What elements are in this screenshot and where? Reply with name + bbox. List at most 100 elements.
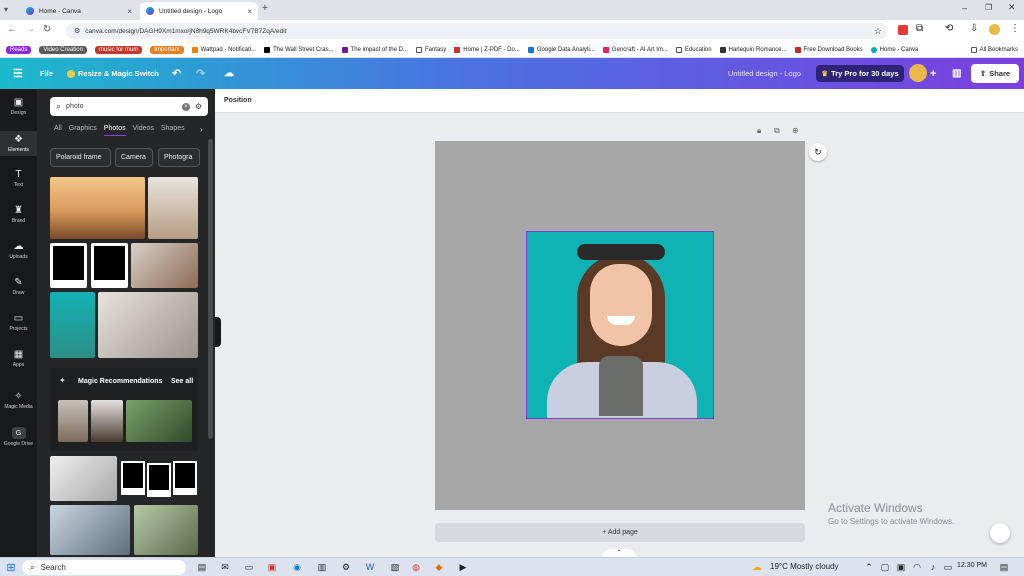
bookmark-item[interactable]: Gencraft - AI Art Im... (602, 46, 668, 53)
design-title[interactable]: Untitled design - Logo (728, 58, 801, 89)
filter-pill-photography[interactable]: Photogra (158, 148, 200, 167)
bookmark-item[interactable]: Home - Canva (870, 46, 918, 53)
photo-thumbnail-desk[interactable] (50, 456, 117, 501)
reload-icon[interactable]: ↻ (43, 24, 51, 35)
photo-thumbnail-man[interactable] (131, 243, 198, 288)
rail-item-text[interactable]: T Text (0, 169, 37, 188)
store-icon[interactable]: ▥ (315, 560, 329, 574)
weather-text[interactable]: 19°C Mostly cloudy (770, 562, 839, 571)
extension-icon[interactable] (898, 25, 908, 35)
rail-item-uploads[interactable]: ☁ Uploads (0, 241, 37, 260)
taskbar-search[interactable]: ⌕ Search (22, 560, 186, 575)
bookmark-folder[interactable]: Reads (6, 45, 32, 54)
maximize-icon[interactable]: ❐ (985, 3, 992, 12)
tab-shapes[interactable]: Shapes (161, 125, 185, 136)
tab-photos[interactable]: Photos (103, 125, 126, 136)
tab-home-canva[interactable]: Home - Canva × (20, 2, 138, 20)
rail-item-draw[interactable]: ✎ Draw (0, 277, 37, 296)
bookmark-folder[interactable]: music for mum (94, 45, 143, 54)
profile-avatar[interactable] (989, 24, 1000, 35)
photo-thumbnail-laptop[interactable] (50, 505, 130, 555)
back-icon[interactable]: ← (7, 24, 17, 35)
bookmark-folder[interactable]: Video Creation (39, 45, 87, 54)
tab-videos[interactable]: Videos (133, 125, 154, 136)
settings-gear-icon[interactable]: ⚙ (339, 560, 353, 574)
rail-item-google-drive[interactable]: G Google Drive (0, 427, 37, 447)
photo-thumbnail-girl[interactable] (50, 292, 95, 358)
photo-thumbnail-rec[interactable] (58, 400, 88, 442)
resize-magic-switch-button[interactable]: Resize & Magic Switch (67, 58, 159, 89)
photo-thumbnail-sunset[interactable] (50, 177, 145, 239)
chrome-icon[interactable]: ◍ (409, 560, 423, 574)
refresh-icon[interactable]: ↻ (809, 143, 827, 161)
show-hidden-icons[interactable]: ⌃ (862, 560, 876, 574)
task-view-icon[interactable]: ▤ (195, 560, 209, 574)
bookmark-item[interactable]: The Wall Street Cras... (264, 46, 334, 53)
rail-item-elements[interactable]: ❖ Elements (0, 131, 37, 156)
tab-graphics[interactable]: Graphics (69, 125, 97, 136)
panel-collapse-handle[interactable] (215, 317, 221, 347)
browser-menu-icon[interactable]: ⋮ (1010, 23, 1020, 34)
filter-pill-camera[interactable]: Camera (115, 148, 153, 167)
bookmark-item[interactable]: Harlequin Romance... (719, 46, 787, 53)
photo-thumbnail-rec[interactable] (126, 400, 192, 442)
photo-thumbnail-rec[interactable] (91, 400, 123, 442)
bookmark-item[interactable]: Wattpad - Notificati... (191, 46, 256, 53)
bookmark-item[interactable]: The impact of the D... (341, 46, 408, 53)
bookmark-item[interactable]: Home | Z-PDF - Do... (454, 46, 520, 53)
tab-search-icon[interactable]: ▾ (4, 5, 8, 14)
user-avatar[interactable] (909, 64, 927, 82)
clear-icon[interactable]: × (181, 102, 190, 111)
polaroid-strip-thumbnail[interactable] (121, 459, 198, 499)
volume-icon[interactable]: ♪ (926, 560, 940, 574)
cloud-save-icon[interactable]: ☁ (224, 58, 234, 89)
edge-icon[interactable]: ◉ (290, 560, 304, 574)
windows-start-icon[interactable]: ⊞ (4, 560, 18, 574)
bookmark-star-icon[interactable]: ☆ (874, 26, 882, 37)
url-omnibox[interactable]: ⚙ canva.com/design/DAGH9Xm1mxo/jN8h9q5WR… (66, 23, 888, 39)
rail-item-apps[interactable]: ▦ Apps (0, 349, 37, 368)
photos-icon[interactable]: ▧ (388, 560, 402, 574)
selected-photo-element[interactable] (526, 231, 714, 419)
extensions-puzzle-icon[interactable]: ⧉ (916, 23, 923, 34)
chat-icon[interactable]: ✉ (218, 560, 232, 574)
clock-time[interactable]: 12:30 PM (957, 562, 987, 569)
all-bookmarks[interactable]: All Bookmarks (970, 46, 1018, 53)
tray-icon[interactable]: ▢ (878, 560, 892, 574)
new-tab-icon[interactable]: + (262, 3, 268, 14)
media-player-icon[interactable]: ▶ (456, 560, 470, 574)
position-button[interactable]: Position (224, 97, 252, 104)
bookmark-item[interactable]: Google Data Analyti... (527, 46, 595, 53)
site-info-icon[interactable]: ⚙ (74, 27, 80, 35)
tab-untitled-design[interactable]: Untitled design - Logo × (140, 2, 258, 20)
file-explorer-icon[interactable]: ▭ (242, 560, 256, 574)
rail-item-brand[interactable]: ♜ Brand (0, 205, 37, 224)
add-page-icon[interactable]: ⊕ (792, 126, 799, 135)
brave-icon[interactable]: ◆ (432, 560, 446, 574)
history-icon[interactable]: ⟲ (945, 23, 953, 34)
app-icon[interactable]: ▣ (265, 560, 279, 574)
help-button[interactable] (990, 523, 1010, 543)
tab-all[interactable]: All (54, 125, 62, 136)
forward-icon[interactable]: → (25, 24, 35, 35)
bookmark-item[interactable]: Education (675, 46, 712, 53)
filter-pill-polaroid[interactable]: Polaroid frame (50, 148, 111, 167)
search-input[interactable]: ⌕ photo × ⚙ (50, 97, 208, 116)
file-menu-button[interactable]: File (40, 58, 53, 89)
menu-hamburger-icon[interactable]: ☰ (13, 58, 23, 89)
word-icon[interactable]: W (363, 560, 377, 574)
photo-thumbnail-woman[interactable] (148, 177, 198, 239)
lock-icon[interactable]: 🔒︎ (757, 126, 761, 136)
add-page-button[interactable]: + Add page (435, 523, 805, 542)
bookmark-item[interactable]: Fantasy (415, 46, 446, 53)
try-pro-button[interactable]: ♛ Try Pro for 30 days (816, 65, 904, 82)
minimize-icon[interactable]: – (962, 3, 967, 13)
bookmark-folder[interactable]: Important (150, 45, 184, 54)
polaroid-thumbnail[interactable] (91, 243, 128, 288)
notifications-icon[interactable]: ▤ (997, 560, 1011, 574)
bookmark-item[interactable]: Free Download Books (794, 46, 863, 53)
filter-icon[interactable]: ⚙ (195, 102, 202, 111)
photo-thumbnail-camera[interactable] (98, 292, 198, 358)
duplicate-icon[interactable]: ⧉ (774, 126, 780, 136)
see-all-link[interactable]: See all (171, 378, 193, 385)
